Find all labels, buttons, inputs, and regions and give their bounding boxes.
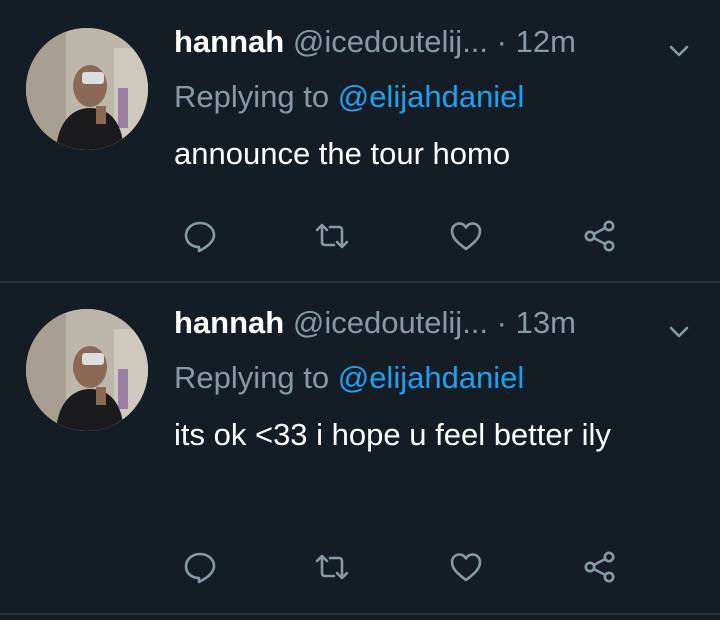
avatar-photo <box>26 28 148 150</box>
display-name[interactable]: hannah <box>174 305 284 340</box>
separator: · <box>496 305 507 340</box>
action-bar <box>0 547 720 587</box>
display-name[interactable]: hannah <box>174 24 284 59</box>
avatar-photo <box>26 309 148 431</box>
share-icon[interactable] <box>580 547 620 587</box>
like-icon[interactable] <box>446 216 486 256</box>
user-handle[interactable]: @icedoutelij... <box>293 24 488 59</box>
retweet-icon[interactable] <box>312 216 352 256</box>
tweet[interactable]: hannah @icedoutelij... · 13m Replying to… <box>0 282 720 614</box>
divider <box>0 613 720 615</box>
chevron-down-icon[interactable] <box>668 40 690 62</box>
mention-link[interactable]: @elijahdaniel <box>338 360 525 395</box>
tweet-text: announce the tour homo <box>174 136 511 171</box>
mention-link[interactable]: @elijahdaniel <box>338 79 525 114</box>
timestamp[interactable]: 12m <box>516 24 576 59</box>
tweet-header: hannah @icedoutelij... · 13m <box>174 303 576 343</box>
user-handle[interactable]: @icedoutelij... <box>293 305 488 340</box>
replying-prefix: Replying to <box>174 79 330 114</box>
timestamp[interactable]: 13m <box>516 305 576 340</box>
reply-icon[interactable] <box>180 547 220 587</box>
avatar[interactable] <box>26 28 148 150</box>
replying-to-line: Replying to @elijahdaniel <box>174 77 524 117</box>
avatar[interactable] <box>26 309 148 431</box>
retweet-icon[interactable] <box>312 547 352 587</box>
reply-icon[interactable] <box>180 216 220 256</box>
chevron-down-icon[interactable] <box>668 321 690 343</box>
separator: · <box>496 24 507 59</box>
replying-prefix: Replying to <box>174 360 330 395</box>
tweet-text: its ok <33 i hope u feel better ily <box>174 417 611 452</box>
share-icon[interactable] <box>580 216 620 256</box>
like-icon[interactable] <box>446 547 486 587</box>
tweet[interactable]: hannah @icedoutelij... · 12m Replying to… <box>0 0 720 282</box>
action-bar <box>0 216 720 256</box>
replying-to-line: Replying to @elijahdaniel <box>174 358 524 398</box>
tweet-header: hannah @icedoutelij... · 12m <box>174 22 576 62</box>
